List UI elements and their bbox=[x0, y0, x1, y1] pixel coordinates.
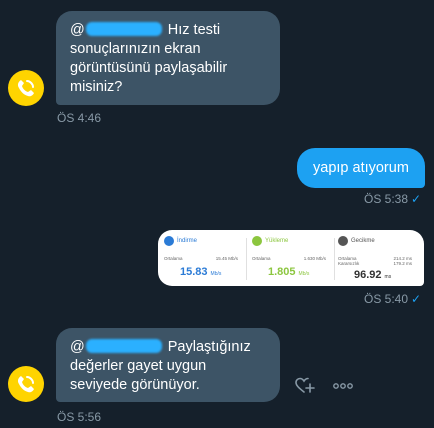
phone-logo-icon bbox=[17, 376, 34, 393]
avg-label: Ortalama bbox=[164, 256, 183, 261]
timestamp-row: ÖS 5:40 ✓ bbox=[364, 292, 421, 306]
outgoing-message-1: yapıp atıyorum bbox=[297, 148, 425, 188]
timestamp-row: ÖS 5:38 ✓ bbox=[364, 192, 421, 206]
check-icon: ✓ bbox=[411, 192, 422, 206]
download-metric: İndirme Ortalama 15.45 Mb/s 15.83 Mb/s bbox=[164, 236, 242, 282]
metric-label: Yükleme bbox=[265, 238, 289, 244]
metric-unit: ms bbox=[384, 274, 392, 280]
latency-metric: Gecikme Ortalama 214.2 ms Kararsızlık 17… bbox=[338, 236, 416, 282]
jitter-value: 179.2 ms bbox=[393, 261, 412, 266]
message-text: yapıp atıyorum bbox=[313, 160, 409, 176]
download-icon bbox=[164, 236, 174, 246]
jitter-row: Kararsızlık 179.2 ms bbox=[338, 261, 416, 266]
incoming-message-2: @ Paylaştığınız değerler gayet uygun sev… bbox=[56, 328, 280, 402]
phone-logo-icon bbox=[17, 80, 34, 97]
check-icon: ✓ bbox=[411, 292, 422, 306]
metric-value-row: 96.92 ms bbox=[354, 269, 391, 281]
more-horizontal-icon[interactable] bbox=[332, 379, 354, 391]
metric-value: 1.805 bbox=[268, 266, 296, 278]
mention-link[interactable]: @ bbox=[70, 22, 85, 38]
divider bbox=[334, 238, 335, 280]
avg-value: 1.630 Mb/s bbox=[303, 256, 326, 261]
metric-value-row: 1.805 Mb/s bbox=[268, 266, 309, 278]
metric-label: İndirme bbox=[177, 238, 198, 244]
timestamp: ÖS 5:38 bbox=[364, 192, 409, 206]
metric-value: 96.92 bbox=[354, 269, 382, 281]
divider bbox=[246, 238, 247, 280]
redacted-username bbox=[85, 22, 162, 36]
avg-value: 15.45 Mb/s bbox=[215, 256, 238, 261]
upload-icon bbox=[252, 236, 262, 246]
avg-row: Ortalama 15.45 Mb/s bbox=[164, 256, 242, 261]
timestamp: ÖS 5:40 bbox=[364, 292, 409, 306]
avatar[interactable] bbox=[8, 70, 44, 106]
timestamp: ÖS 4:46 bbox=[57, 111, 102, 125]
speedtest-image[interactable]: İndirme Ortalama 15.45 Mb/s 15.83 Mb/s Yü… bbox=[158, 230, 424, 286]
metric-value-row: 15.83 Mb/s bbox=[180, 266, 221, 278]
mention-link[interactable]: @ bbox=[70, 339, 85, 355]
metric-unit: Mb/s bbox=[298, 271, 310, 277]
metric-label: Gecikme bbox=[351, 238, 375, 244]
avg-label: Ortalama bbox=[252, 256, 271, 261]
upload-metric: Yükleme Ortalama 1.630 Mb/s 1.805 Mb/s bbox=[252, 236, 330, 282]
redacted-username bbox=[85, 339, 162, 353]
avg-row: Ortalama 1.630 Mb/s bbox=[252, 256, 330, 261]
latency-icon bbox=[338, 236, 348, 246]
incoming-message-1: @ Hız testi sonuçlarınızın ekran görüntü… bbox=[56, 11, 280, 105]
metric-unit: Mb/s bbox=[210, 271, 222, 277]
timestamp: ÖS 5:56 bbox=[57, 410, 102, 424]
avatar[interactable] bbox=[8, 366, 44, 402]
metric-value: 15.83 bbox=[180, 266, 208, 278]
jitter-label: Kararsızlık bbox=[338, 261, 360, 266]
heart-plus-icon[interactable] bbox=[293, 374, 315, 396]
